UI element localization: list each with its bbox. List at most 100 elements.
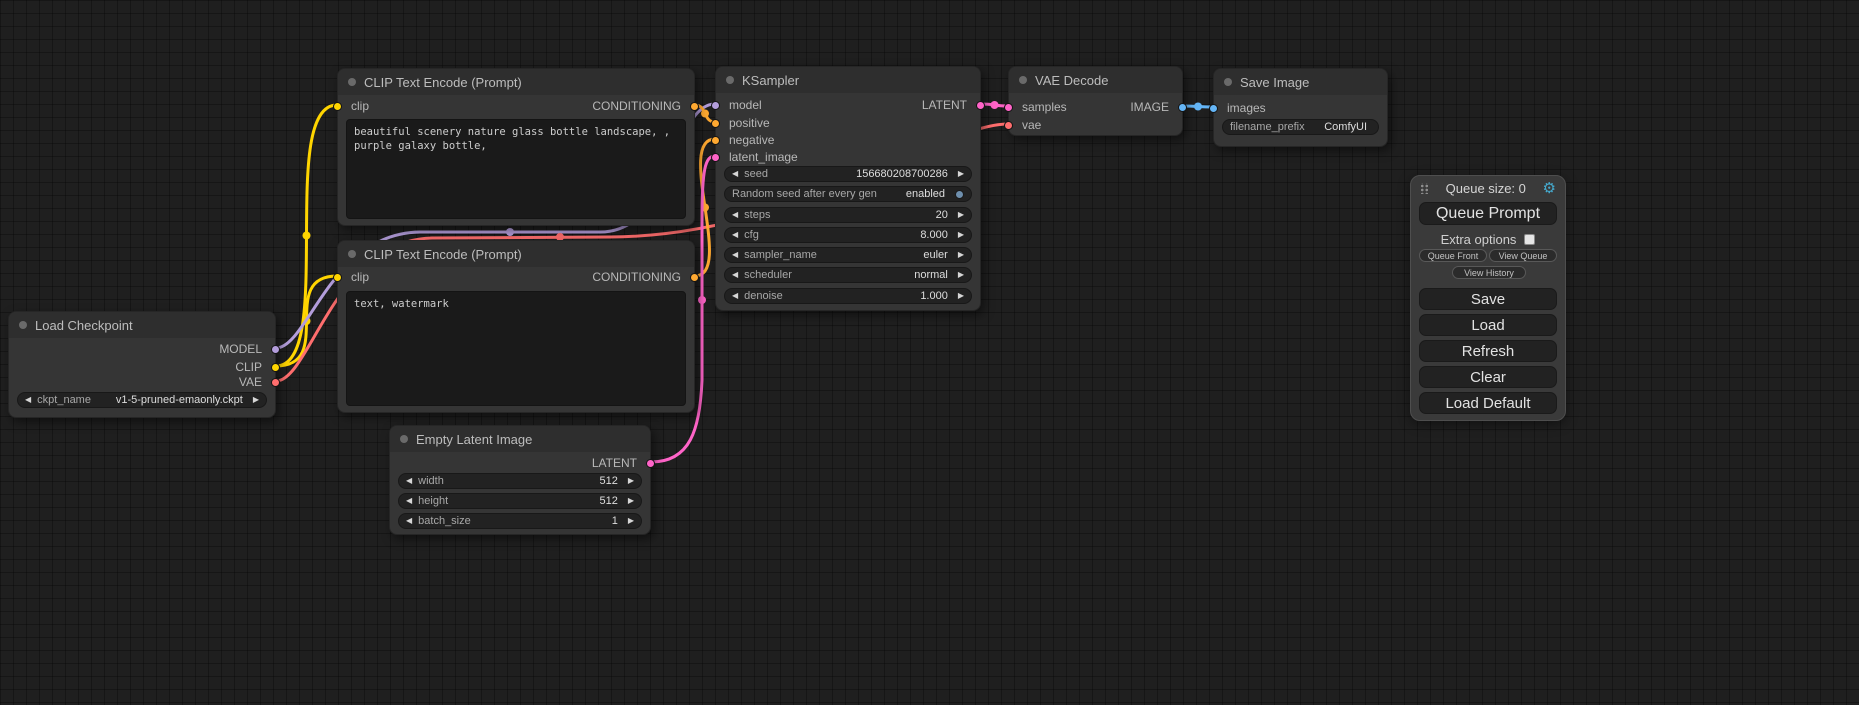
negative-prompt-textarea[interactable]: text, watermark [346,291,686,406]
widget-label: steps [744,209,770,221]
node-clip-text-encode-negative[interactable]: CLIP Text Encode (Prompt) clip CONDITION… [337,240,695,413]
input-label-vae: vae [1022,118,1041,132]
node-load-checkpoint-titlebar[interactable]: Load Checkpoint [9,312,275,338]
widget-value: enabled [906,188,949,200]
input-slot-vae[interactable] [1004,121,1013,130]
view-queue-button[interactable]: View Queue [1489,249,1557,262]
widget-random-seed-toggle[interactable]: Random seed after every gen enabled [724,186,972,202]
drag-handle-icon[interactable] [1420,183,1429,194]
widget-batch-size[interactable]: ◀ batch_size 1 ▶ [398,513,642,529]
node-clip-negative-titlebar[interactable]: CLIP Text Encode (Prompt) [338,241,694,267]
input-slot-samples[interactable] [1004,103,1013,112]
view-history-button[interactable]: View History [1452,266,1526,279]
widget-width[interactable]: ◀ width 512 ▶ [398,473,642,489]
decrement-icon[interactable]: ◀ [732,231,738,239]
collapse-dot-icon[interactable] [1224,78,1232,86]
decrement-icon[interactable]: ◀ [732,271,738,279]
node-clip-text-encode-positive[interactable]: CLIP Text Encode (Prompt) clip CONDITION… [337,68,695,226]
link-midpoint-dot [698,296,706,304]
widget-label: seed [744,168,768,180]
extra-options-checkbox[interactable] [1524,234,1535,245]
save-button[interactable]: Save [1419,288,1557,310]
decrement-icon[interactable]: ◀ [406,517,412,525]
collapse-dot-icon[interactable] [348,250,356,258]
widget-sampler-name[interactable]: ◀ sampler_name euler ▶ [724,247,972,263]
refresh-button[interactable]: Refresh [1419,340,1557,362]
input-label-images: images [1227,101,1266,115]
decrement-icon[interactable]: ◀ [25,396,31,404]
positive-prompt-textarea[interactable]: beautiful scenery nature glass bottle la… [346,119,686,219]
output-label-latent: LATENT [922,98,967,112]
output-slot-latent[interactable] [976,101,985,110]
widget-scheduler[interactable]: ◀ scheduler normal ▶ [724,267,972,283]
queue-prompt-button[interactable]: Queue Prompt [1419,202,1557,225]
input-slot-latent-image[interactable] [711,153,720,162]
increment-icon[interactable]: ▶ [628,477,634,485]
input-slot-model[interactable] [711,101,720,110]
widget-height[interactable]: ◀ height 512 ▶ [398,493,642,509]
output-slot-model[interactable] [271,345,280,354]
widget-denoise[interactable]: ◀ denoise 1.000 ▶ [724,288,972,304]
input-slot-positive[interactable] [711,119,720,128]
increment-icon[interactable]: ▶ [628,497,634,505]
input-slot-clip[interactable] [333,273,342,282]
output-slot-conditioning[interactable] [690,273,699,282]
widget-cfg[interactable]: ◀ cfg 8.000 ▶ [724,227,972,243]
collapse-dot-icon[interactable] [19,321,27,329]
decrement-icon[interactable]: ◀ [732,292,738,300]
output-slot-image[interactable] [1178,103,1187,112]
queue-front-button[interactable]: Queue Front [1419,249,1487,262]
load-default-button[interactable]: Load Default [1419,392,1557,414]
link-midpoint-dot [1194,103,1202,111]
increment-icon[interactable]: ▶ [958,292,964,300]
decrement-icon[interactable]: ◀ [406,477,412,485]
node-clip-positive-titlebar[interactable]: CLIP Text Encode (Prompt) [338,69,694,95]
node-graph-canvas[interactable]: Load Checkpoint MODEL CLIP VAE ◀ ckpt_na… [0,0,1859,705]
widget-steps[interactable]: ◀ steps 20 ▶ [724,207,972,223]
collapse-dot-icon[interactable] [1019,76,1027,84]
increment-icon[interactable]: ▶ [958,231,964,239]
widget-value: 1 [612,515,622,527]
increment-icon[interactable]: ▶ [958,271,964,279]
increment-icon[interactable]: ▶ [958,211,964,219]
collapse-dot-icon[interactable] [400,435,408,443]
decrement-icon[interactable]: ◀ [406,497,412,505]
output-slot-vae[interactable] [271,378,280,387]
widget-label: batch_size [418,515,471,527]
node-vae-decode-titlebar[interactable]: VAE Decode [1009,67,1182,93]
toggle-knob-icon[interactable] [955,190,964,199]
increment-icon[interactable]: ▶ [628,517,634,525]
output-slot-conditioning[interactable] [690,102,699,111]
node-title: Save Image [1240,75,1309,90]
node-ksampler-titlebar[interactable]: KSampler [716,67,980,93]
decrement-icon[interactable]: ◀ [732,170,738,178]
increment-icon[interactable]: ▶ [253,396,259,404]
settings-gear-icon[interactable]: ⚙ [1543,181,1556,196]
widget-ckpt-name[interactable]: ◀ ckpt_name v1-5-pruned-emaonly.ckpt ▶ [17,392,267,408]
decrement-icon[interactable]: ◀ [732,251,738,259]
increment-icon[interactable]: ▶ [958,170,964,178]
input-slot-clip[interactable] [333,102,342,111]
input-slot-negative[interactable] [711,136,720,145]
collapse-dot-icon[interactable] [726,76,734,84]
output-label-clip: CLIP [235,360,262,374]
node-load-checkpoint[interactable]: Load Checkpoint MODEL CLIP VAE ◀ ckpt_na… [8,311,276,418]
load-button[interactable]: Load [1419,314,1557,336]
node-ksampler[interactable]: KSampler model positive negative latent_… [715,66,981,311]
output-slot-clip[interactable] [271,363,280,372]
collapse-dot-icon[interactable] [348,78,356,86]
output-label-image: IMAGE [1130,100,1169,114]
increment-icon[interactable]: ▶ [958,251,964,259]
node-empty-latent-image[interactable]: Empty Latent Image LATENT ◀ width 512 ▶ … [389,425,651,535]
node-save-image[interactable]: Save Image images filename_prefix ComfyU… [1213,68,1388,147]
clear-button[interactable]: Clear [1419,366,1557,388]
decrement-icon[interactable]: ◀ [732,211,738,219]
node-title: KSampler [742,73,799,88]
node-save-image-titlebar[interactable]: Save Image [1214,69,1387,95]
node-vae-decode[interactable]: VAE Decode samples vae IMAGE [1008,66,1183,136]
widget-seed[interactable]: ◀ seed 156680208700286 ▶ [724,166,972,182]
node-empty-latent-titlebar[interactable]: Empty Latent Image [390,426,650,452]
widget-filename-prefix[interactable]: filename_prefix ComfyUI [1222,119,1379,135]
output-slot-latent[interactable] [646,459,655,468]
input-slot-images[interactable] [1209,104,1218,113]
